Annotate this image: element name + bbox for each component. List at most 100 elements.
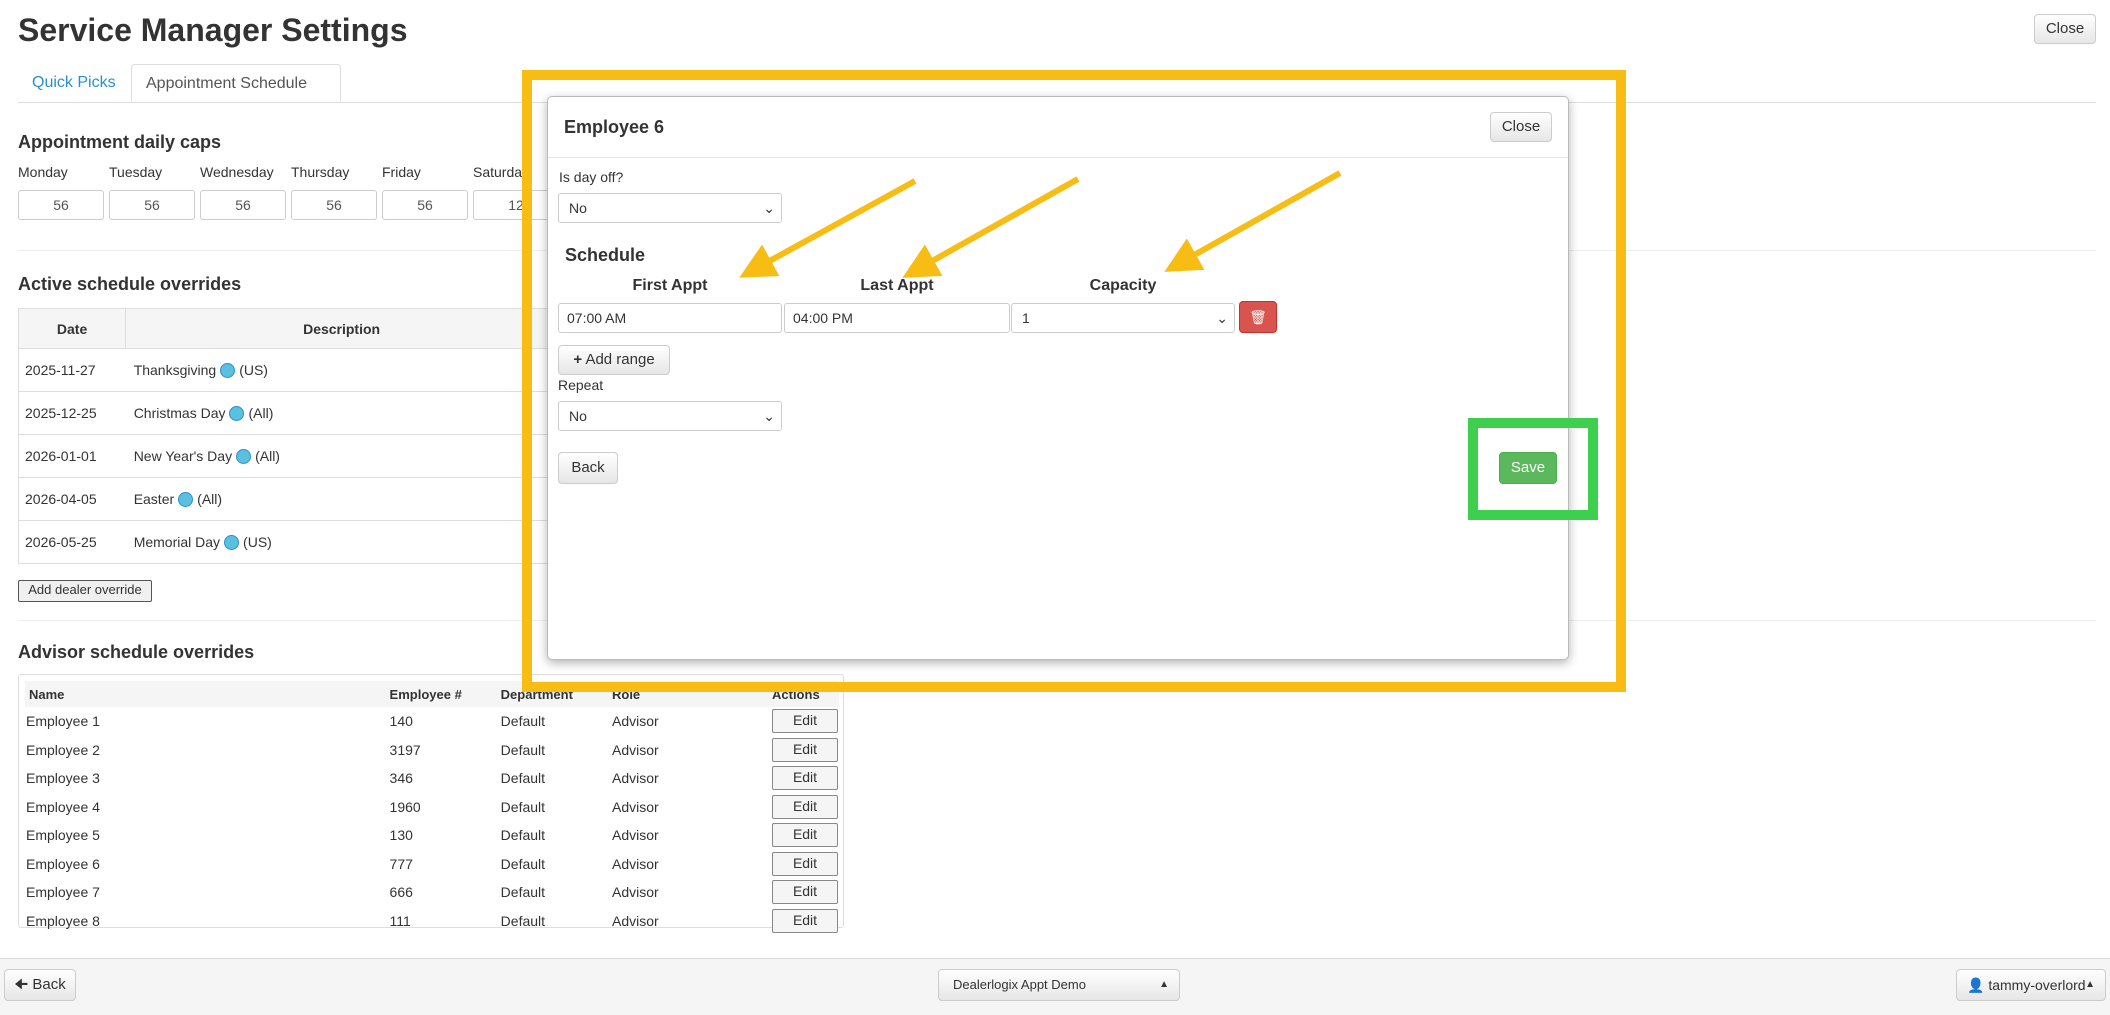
row-date: 2026-05-25	[25, 534, 97, 550]
employee-role: Advisor	[611, 770, 659, 787]
employee-department: Default	[500, 741, 546, 758]
holiday-scope: (US)	[243, 533, 272, 550]
row-description: Christmas Day (All)	[126, 392, 558, 435]
tab-quick-picks[interactable]: Quick Picks	[18, 64, 130, 102]
actions-cell: Edit	[771, 821, 839, 850]
page-title: Service Manager Settings	[18, 12, 408, 48]
edit-button[interactable]: Edit	[772, 766, 838, 791]
table-row: Employee 4 1960 Default Advisor Edit	[25, 793, 839, 822]
employee-name: Employee 8	[26, 912, 100, 929]
globe-icon	[178, 492, 194, 508]
user-menu[interactable]: 👤 tammy-overlord ▲	[1956, 969, 2106, 1001]
table-row: Employee 1 140 Default Advisor Edit	[25, 707, 839, 736]
table-row: 2026-05-25 Memorial Day (US)	[18, 520, 558, 564]
cap-input-friday[interactable]: 56	[382, 190, 468, 220]
footer-back-button[interactable]: 🠈 Back	[4, 969, 76, 1001]
row-date: 2026-04-05	[25, 491, 97, 507]
holiday-name: Memorial Day	[133, 533, 221, 550]
row-description: Thanksgiving (US)	[126, 349, 558, 392]
employee-department: Default	[500, 713, 546, 730]
yellow-highlight-frame	[522, 70, 1626, 692]
employee-number: 3197	[389, 741, 421, 758]
caret-up-icon: ▲	[1159, 979, 1169, 990]
employee-role: Advisor	[611, 912, 659, 929]
employee-name: Employee 7	[26, 884, 100, 901]
edit-button[interactable]: Edit	[772, 851, 838, 876]
employee-number: 666	[389, 884, 413, 901]
edit-button[interactable]: Edit	[772, 794, 838, 819]
footer-bar: 🠈 Back Dealerlogix Appt Demo ▲ 👤 tammy-o…	[0, 958, 2110, 1015]
arrow-left-icon: 🠈	[14, 976, 29, 993]
edit-button[interactable]: Edit	[772, 908, 838, 933]
holiday-scope: (US)	[239, 361, 268, 378]
globe-icon	[224, 535, 240, 551]
table-row: Employee 7 666 Default Advisor Edit	[25, 878, 839, 907]
caret-up-icon: ▲	[2085, 979, 2095, 990]
row-date: 2025-11-27	[25, 362, 96, 378]
cap-label-wednesday: Wednesday	[200, 164, 274, 180]
employee-number: 1960	[389, 798, 421, 815]
employee-name: Employee 2	[26, 741, 100, 758]
daily-caps-title: Appointment daily caps	[18, 132, 222, 152]
cap-input-tuesday[interactable]: 56	[109, 190, 195, 220]
advisor-overrides-panel: Name Employee # Department Role Actions …	[18, 674, 844, 933]
employee-name: Employee 5	[26, 827, 100, 844]
globe-icon	[229, 406, 245, 422]
table-row: 2026-04-05 Easter (All)	[18, 477, 558, 521]
actions-cell: Edit	[771, 736, 839, 765]
table-row: Employee 8 111 Default Advisor Edit	[25, 907, 839, 936]
active-overrides-table: Date Description 2025-11-27 Thanksgiving…	[18, 308, 558, 564]
holiday-scope: (All)	[197, 490, 223, 507]
col-name: Name	[25, 681, 389, 707]
actions-cell: Edit	[771, 707, 839, 736]
employee-role: Advisor	[611, 713, 659, 730]
col-description: Description	[125, 308, 558, 349]
holiday-name: Easter	[133, 490, 175, 507]
employee-department: Default	[500, 798, 546, 815]
table-row: Employee 6 777 Default Advisor Edit	[25, 850, 839, 879]
row-description: Memorial Day (US)	[126, 521, 558, 564]
user-name: tammy-overlord	[1988, 977, 2086, 993]
holiday-scope: (All)	[255, 447, 280, 464]
employee-department: Default	[500, 827, 546, 844]
close-button[interactable]: Close	[2034, 14, 2096, 44]
table-header: Date Description	[18, 308, 558, 349]
tab-appointment-schedule[interactable]: Appointment Schedule	[131, 64, 341, 102]
table-row: 2026-01-01 New Year's Day (All)	[18, 434, 558, 478]
dealer-name: Dealerlogix Appt Demo	[953, 977, 1086, 992]
globe-icon	[236, 449, 252, 465]
actions-cell: Edit	[771, 878, 839, 907]
holiday-name: Thanksgiving	[133, 361, 217, 378]
col-employee-number: Employee #	[388, 681, 500, 707]
employee-number: 130	[389, 827, 413, 844]
holiday-scope: (All)	[248, 404, 274, 421]
cap-label-tuesday: Tuesday	[109, 164, 163, 180]
holiday-name: Christmas Day	[133, 404, 226, 421]
advisor-overrides-table: Name Employee # Department Role Actions …	[25, 681, 839, 935]
table-row: Employee 5 130 Default Advisor Edit	[25, 821, 839, 850]
edit-button[interactable]: Edit	[772, 709, 838, 734]
row-date: 2025-12-25	[25, 405, 97, 421]
employee-department: Default	[500, 884, 546, 901]
employee-role: Advisor	[611, 741, 659, 758]
holiday-name: New Year's Day	[133, 447, 233, 464]
table-row: 2025-11-27 Thanksgiving (US)	[18, 348, 558, 392]
employee-department: Default	[500, 770, 546, 787]
edit-button[interactable]: Edit	[772, 880, 838, 905]
employee-role: Advisor	[611, 827, 659, 844]
cap-label-thursday: Thursday	[291, 164, 350, 180]
cap-input-wednesday[interactable]: 56	[200, 190, 286, 220]
row-description: New Year's Day (All)	[126, 435, 558, 478]
edit-button[interactable]: Edit	[772, 823, 838, 848]
actions-cell: Edit	[771, 850, 839, 879]
employee-role: Advisor	[611, 855, 659, 872]
table-row: 2025-12-25 Christmas Day (All)	[18, 391, 558, 435]
user-icon: 👤	[1967, 977, 1985, 993]
dealer-selector[interactable]: Dealerlogix Appt Demo ▲	[938, 969, 1180, 1001]
employee-name: Employee 3	[26, 770, 100, 787]
add-dealer-override-button[interactable]: Add dealer override	[18, 580, 152, 602]
edit-button[interactable]: Edit	[772, 737, 838, 762]
table-row: Employee 3 346 Default Advisor Edit	[25, 764, 839, 793]
cap-input-thursday[interactable]: 56	[291, 190, 377, 220]
cap-input-monday[interactable]: 56	[18, 190, 104, 220]
